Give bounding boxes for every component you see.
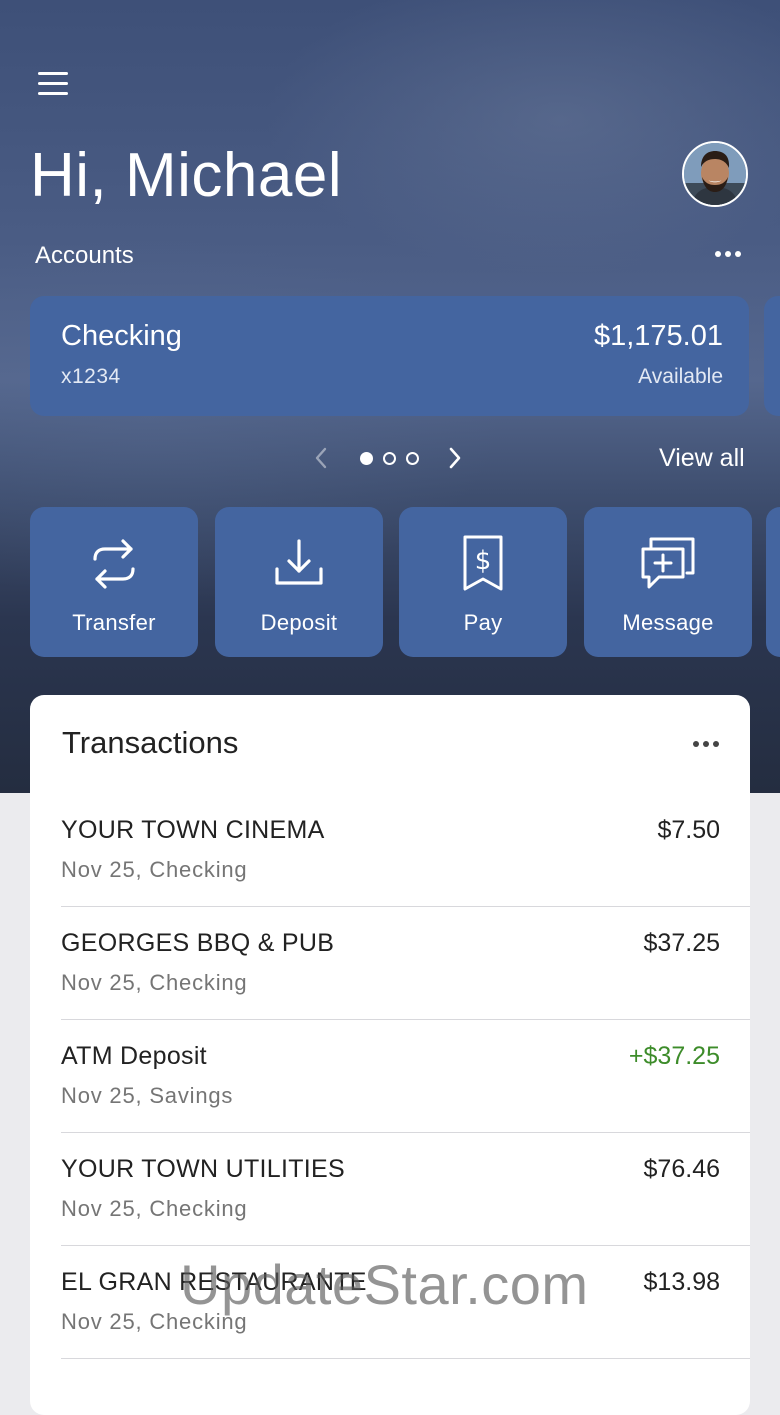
- transaction-details: Nov 25, Checking: [61, 1309, 248, 1334]
- chevron-right-icon[interactable]: [448, 447, 462, 469]
- transactions-title: Transactions: [62, 725, 239, 760]
- deposit-button[interactable]: Deposit: [215, 507, 383, 657]
- account-name: Checking: [61, 320, 182, 352]
- svg-text:$: $: [475, 546, 492, 576]
- chevron-left-icon[interactable]: [314, 447, 328, 469]
- pager-dot[interactable]: [406, 452, 419, 465]
- transaction-row[interactable]: YOUR TOWN CINEMA $7.50 Nov 25, Checking: [30, 794, 750, 907]
- account-balance-label: Available: [638, 365, 723, 388]
- transaction-amount: $37.25: [643, 929, 720, 957]
- transaction-name: YOUR TOWN CINEMA: [61, 816, 325, 844]
- transaction-name: YOUR TOWN UTILITIES: [61, 1155, 345, 1183]
- transaction-name: GEORGES BBQ & PUB: [61, 929, 335, 957]
- message-button[interactable]: Message: [584, 507, 752, 657]
- account-pager: [310, 445, 470, 471]
- transaction-amount: $13.98: [643, 1268, 720, 1296]
- account-card-checking[interactable]: Checking x1234 $1,175.01 Available: [30, 296, 749, 416]
- pager-dot[interactable]: [383, 452, 396, 465]
- bill-pay-icon: $: [463, 535, 503, 591]
- transfer-icon: [93, 539, 135, 589]
- greeting-title: Hi, Michael: [30, 141, 343, 210]
- transaction-row[interactable]: GEORGES BBQ & PUB $37.25 Nov 25, Checkin…: [30, 907, 750, 1020]
- avatar[interactable]: [682, 141, 748, 207]
- avatar-photo: [684, 143, 746, 205]
- transaction-row[interactable]: YOUR TOWN UTILITIES $76.46 Nov 25, Check…: [30, 1133, 750, 1246]
- transfer-button[interactable]: Transfer: [30, 507, 198, 657]
- account-number: x1234: [61, 365, 121, 388]
- pay-label: Pay: [463, 610, 503, 635]
- transaction-details: Nov 25, Checking: [61, 970, 248, 995]
- transaction-amount: $7.50: [657, 816, 720, 844]
- transaction-name: EL GRAN RESTAURANTE: [61, 1268, 367, 1296]
- transactions-card: Transactions YOUR TOWN CINEMA $7.50 Nov …: [30, 695, 750, 1415]
- deposit-icon: [275, 539, 323, 585]
- transaction-row[interactable]: ATM Deposit +$37.25 Nov 25, Savings: [30, 1020, 750, 1133]
- transaction-amount-credit: +$37.25: [628, 1042, 720, 1070]
- pay-button[interactable]: $ Pay: [399, 507, 567, 657]
- transfer-label: Transfer: [72, 610, 156, 635]
- transaction-details: Nov 25, Checking: [61, 857, 248, 882]
- message-icon: [641, 537, 695, 589]
- accounts-label: Accounts: [35, 242, 134, 269]
- view-all-link[interactable]: View all: [659, 444, 745, 473]
- next-account-card-peek[interactable]: [764, 296, 780, 416]
- transaction-amount: $76.46: [643, 1155, 720, 1183]
- account-balance: $1,175.01: [593, 320, 723, 352]
- hamburger-menu-icon[interactable]: [38, 72, 68, 96]
- message-label: Message: [622, 610, 714, 635]
- transaction-details: Nov 25, Savings: [61, 1083, 234, 1108]
- transaction-row[interactable]: EL GRAN RESTAURANTE $13.98 Nov 25, Check…: [30, 1246, 750, 1359]
- deposit-label: Deposit: [260, 610, 338, 635]
- accounts-more-icon[interactable]: [715, 251, 741, 257]
- row-divider: [61, 1358, 750, 1359]
- transaction-details: Nov 25, Checking: [61, 1196, 248, 1221]
- more-actions-peek[interactable]: [766, 507, 780, 657]
- transaction-name: ATM Deposit: [61, 1042, 207, 1070]
- pager-dot-active[interactable]: [360, 452, 373, 465]
- transactions-more-icon[interactable]: [693, 741, 719, 747]
